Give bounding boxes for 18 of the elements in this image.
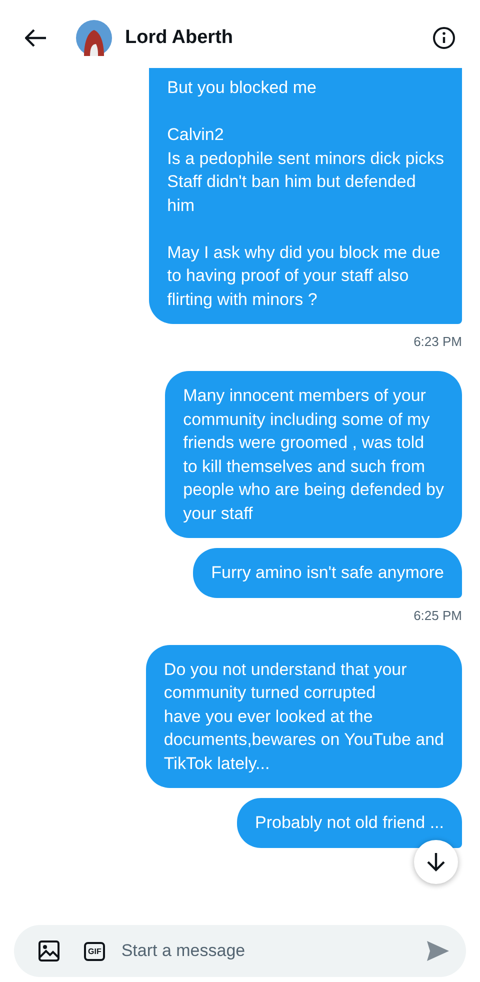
back-icon[interactable] bbox=[25, 29, 47, 47]
info-icon[interactable] bbox=[432, 26, 456, 50]
gif-button[interactable]: GIF bbox=[84, 942, 106, 960]
timestamp: 6:23 PM bbox=[414, 334, 462, 349]
image-icon[interactable] bbox=[38, 940, 60, 962]
arrow-down-icon bbox=[427, 852, 445, 872]
message-bubble[interactable]: Do you not understand that your community turned corrupted have you ever looked at the documents,bewares on YouTube and TikTok lately... bbox=[146, 644, 462, 788]
send-icon[interactable] bbox=[426, 940, 450, 962]
avatar[interactable] bbox=[76, 20, 112, 56]
scroll-down-button[interactable] bbox=[414, 840, 458, 884]
message-bubble[interactable]: Probably not old friend ... bbox=[236, 798, 462, 848]
contact-name[interactable]: Lord Aberth bbox=[125, 27, 432, 49]
message-input[interactable]: Start a message bbox=[119, 940, 426, 962]
timestamp: 6:25 PM bbox=[414, 608, 462, 622]
message-bubble[interactable]: But you blocked me Calvin2 Is a pedophile sent minors dick picks Staff didn't ban him but defended him May I ask why did you block me due to having proof of your staff also flirting with minors ? bbox=[149, 68, 462, 324]
message-bubble[interactable]: Furry amino isn't safe anymore bbox=[193, 548, 462, 598]
message-composer[interactable]: GIF Start a message bbox=[14, 925, 466, 977]
message-bubble[interactable]: Many innocent members of your community including some of my friends were groomed , was told to kill themselves and such from people who are being defended by your staff bbox=[165, 371, 462, 538]
